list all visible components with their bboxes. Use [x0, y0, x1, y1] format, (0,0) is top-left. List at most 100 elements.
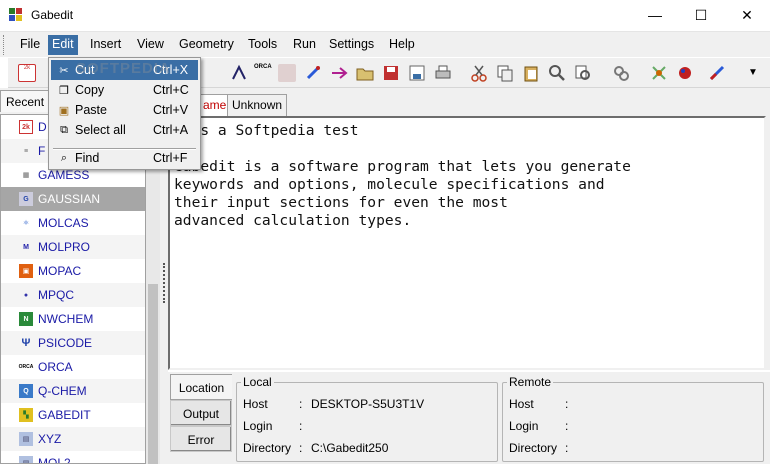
- tab-location[interactable]: Location: [170, 374, 232, 400]
- list-item-mpqc[interactable]: ● MPQC: [1, 283, 145, 307]
- login-label: Login: [509, 419, 539, 433]
- login-label: Login: [243, 419, 273, 433]
- minimize-button[interactable]: —: [632, 0, 678, 30]
- dalton-icon[interactable]: 2k: [18, 64, 36, 82]
- list-item-gaussian[interactable]: G GAUSSIAN: [1, 187, 145, 211]
- menu-item-paste[interactable]: ▣ Paste Ctrl+V: [51, 100, 198, 120]
- title-bar: Gabedit — ☐ ✕: [0, 0, 770, 30]
- program-label: ORCA: [38, 360, 73, 374]
- list-item-mopac[interactable]: ▣ MOPAC: [1, 259, 145, 283]
- program-label: MOL2: [38, 456, 71, 464]
- gaussian-icon: G: [19, 192, 33, 206]
- menu-tools[interactable]: Tools: [246, 37, 279, 54]
- program-label: MOLPRO: [38, 240, 91, 254]
- list-item-xyz[interactable]: ▤ XYZ: [1, 427, 145, 451]
- scrollbar-thumb[interactable]: [148, 284, 158, 464]
- save-icon[interactable]: [382, 64, 400, 82]
- list-item-psicode[interactable]: Ψ PSICODE: [1, 331, 145, 355]
- local-host-row: Host: DESKTOP-S5U3T1V: [243, 397, 425, 411]
- tab-recent[interactable]: Recent: [0, 90, 50, 112]
- list-item-mol2[interactable]: ▤ MOL2: [1, 451, 145, 464]
- program-label: GAUSSIAN: [38, 192, 101, 206]
- menu-item-find[interactable]: ⌕ Find Ctrl+F: [51, 148, 198, 168]
- program-label: D: [38, 120, 47, 134]
- menu-item-label: Find: [75, 151, 100, 165]
- save-as-icon[interactable]: [408, 64, 426, 82]
- tab-error[interactable]: Error: [170, 426, 232, 452]
- qchem-icon: Q: [19, 384, 33, 398]
- gabedit-app-icon: [9, 8, 23, 22]
- menu-item-select-all[interactable]: ⧉ Select all Ctrl+A: [51, 120, 198, 140]
- text-editor[interactable]: s is a Softpedia test Gabedit is a softw…: [168, 116, 766, 370]
- tab-unknown[interactable]: Unknown: [227, 94, 288, 116]
- program-label: MPQC: [38, 288, 74, 302]
- window-title: Gabedit: [31, 8, 74, 22]
- remote-host-row: Host:: [509, 397, 569, 411]
- find-replace-icon[interactable]: [574, 64, 592, 82]
- menu-run[interactable]: Run: [291, 37, 318, 54]
- menu-view[interactable]: View: [135, 37, 166, 54]
- list-item-gabedit[interactable]: ▚ GABEDIT: [1, 403, 145, 427]
- orca-icon: ORCA: [18, 364, 34, 370]
- program-label: GABEDIT: [38, 408, 91, 422]
- molecule-tool-icon[interactable]: [304, 64, 322, 82]
- toolbar-overflow-icon[interactable]: ▼: [744, 64, 762, 82]
- editor-text[interactable]: s is a Softpedia test Gabedit is a softw…: [174, 122, 631, 230]
- gamess-tool-icon[interactable]: [278, 64, 296, 82]
- cut-icon[interactable]: [470, 64, 488, 82]
- maximize-button[interactable]: ☐: [678, 0, 724, 30]
- list-item-molpro[interactable]: M MOLPRO: [1, 235, 145, 259]
- run-tool-icon[interactable]: [330, 64, 348, 82]
- program-label: PSICODE: [38, 336, 93, 350]
- editor-area: ame Unknown s is a Softpedia test Gabedi…: [168, 88, 770, 370]
- menu-item-shortcut: Ctrl+C: [153, 83, 189, 97]
- molpro-icon: M: [23, 243, 29, 251]
- print-icon[interactable]: [434, 64, 452, 82]
- menu-grip: [3, 35, 7, 55]
- program-label: Q-CHEM: [38, 384, 87, 398]
- paste-icon[interactable]: [522, 64, 540, 82]
- mpqc-icon: ●: [23, 291, 29, 299]
- directory-label: Directory: [243, 441, 292, 455]
- directory-value: C:\Gabedit250: [311, 441, 389, 455]
- program-label: NWCHEM: [38, 312, 94, 326]
- menu-item-label: Copy: [75, 83, 105, 97]
- molcas-icon: ⚛: [22, 220, 30, 227]
- settings-icon[interactable]: [612, 64, 630, 82]
- remote-frame: Remote Host: Login: Directory:: [502, 375, 764, 462]
- menu-geometry[interactable]: Geometry: [177, 37, 236, 54]
- program-label: MOLCAS: [38, 216, 89, 230]
- remote-login-row: Login:: [509, 419, 569, 433]
- tab-output[interactable]: Output: [170, 400, 232, 426]
- search-icon[interactable]: [548, 64, 566, 82]
- firefly-icon: ≡: [23, 147, 29, 155]
- menu-bar: File Edit Insert View Geometry Tools Run…: [0, 31, 770, 57]
- menu-item-shortcut: Ctrl+F: [153, 151, 188, 165]
- orca-tool-icon[interactable]: ORCA: [254, 64, 272, 82]
- xyz-icon: ▤: [19, 432, 33, 446]
- menu-insert[interactable]: Insert: [88, 37, 123, 54]
- menu-settings[interactable]: Settings: [327, 37, 376, 54]
- bond-icon[interactable]: [708, 64, 726, 82]
- list-item-qchem[interactable]: Q Q-CHEM: [1, 379, 145, 403]
- menu-item-copy[interactable]: ❐ Copy Ctrl+C: [51, 80, 198, 100]
- gamess-icon: ▦: [22, 172, 30, 179]
- menu-item-shortcut: Ctrl+A: [153, 123, 189, 137]
- close-button[interactable]: ✕: [724, 0, 770, 30]
- gabedit-icon: ▚: [19, 408, 33, 422]
- open-folder-icon[interactable]: [356, 64, 374, 82]
- local-directory-row: Directory: C:\Gabedit250: [243, 441, 389, 455]
- list-item-molcas[interactable]: ⚛ MOLCAS: [1, 211, 145, 235]
- firefly-tool-icon[interactable]: [230, 64, 248, 82]
- menu-help[interactable]: Help: [387, 37, 417, 54]
- copy-icon[interactable]: [496, 64, 514, 82]
- bottom-panel: Location Output Error Local Host: DESKTOP…: [168, 372, 770, 464]
- list-item-orca[interactable]: ORCA ORCA: [1, 355, 145, 379]
- dalton-icon: 2k: [19, 120, 33, 134]
- list-item-nwchem[interactable]: N NWCHEM: [1, 307, 145, 331]
- molecule-build-icon[interactable]: [650, 64, 668, 82]
- menu-file[interactable]: File: [18, 37, 42, 54]
- atom-icon[interactable]: [676, 64, 694, 82]
- program-label: MOPAC: [38, 264, 82, 278]
- menu-edit[interactable]: Edit: [48, 35, 78, 55]
